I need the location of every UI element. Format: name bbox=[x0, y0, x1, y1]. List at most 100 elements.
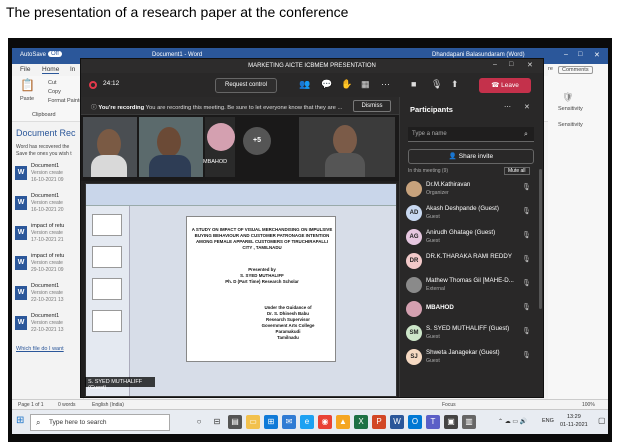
more-options-icon[interactable]: ⋯ bbox=[504, 103, 511, 111]
leave-button[interactable]: ☎ Leave bbox=[479, 78, 531, 93]
format-painter-button[interactable]: Format Painter bbox=[48, 98, 84, 104]
cut-button[interactable]: Cut bbox=[48, 80, 57, 86]
tray-icons[interactable]: ⌃ ☁ ▭ 🔊 bbox=[498, 418, 527, 425]
participant-video-body bbox=[325, 153, 365, 177]
powerpoint-icon[interactable]: P bbox=[372, 415, 386, 429]
teams-icon[interactable]: T bbox=[426, 415, 440, 429]
mic-icon[interactable]: 🎙 bbox=[431, 80, 442, 89]
recovered-file-2[interactable]: W Document1 Version create 16-10-2021 20 bbox=[15, 192, 81, 222]
video-tile-mbahod[interactable]: MBAHOD bbox=[203, 117, 235, 177]
paste-button[interactable]: Paste bbox=[20, 96, 34, 102]
tab-home[interactable]: Home bbox=[42, 66, 60, 74]
participant-video bbox=[333, 125, 357, 155]
windows-start-icon[interactable]: ⊞ bbox=[16, 415, 24, 426]
focus-button[interactable]: Focus bbox=[442, 402, 456, 408]
tab-file[interactable]: File bbox=[20, 66, 30, 73]
outlook-icon[interactable]: O bbox=[408, 415, 422, 429]
file-explorer-icon[interactable]: ▭ bbox=[246, 415, 260, 429]
which-file-link[interactable]: Which file do I want bbox=[16, 346, 64, 352]
participants-scrollbar[interactable] bbox=[539, 169, 542, 309]
participant-role: External bbox=[426, 286, 446, 292]
cortana-icon[interactable]: ○ bbox=[192, 415, 206, 429]
participant-row[interactable]: Dr.M.Kathiravan Organizer 🎙 bbox=[406, 179, 538, 203]
sensitivity-icon[interactable]: 🛡 bbox=[562, 92, 573, 103]
recovered-file-3[interactable]: W impact of retu Version create 17-10-20… bbox=[15, 222, 81, 252]
zoom-level[interactable]: 100% bbox=[582, 402, 595, 408]
comments-button[interactable]: Comments bbox=[558, 66, 593, 74]
app-icon[interactable]: ▣ bbox=[444, 415, 458, 429]
camera-icon[interactable]: ■ bbox=[411, 80, 416, 89]
dismiss-button[interactable]: Dismiss bbox=[353, 100, 391, 112]
word-icon[interactable]: W bbox=[390, 415, 404, 429]
participant-search-input[interactable]: Type a name bbox=[408, 127, 534, 142]
widget-icon[interactable]: ▤ bbox=[228, 415, 242, 429]
taskbar-clock[interactable]: 13:29 01-11-2021 bbox=[560, 413, 588, 429]
recovered-file-1[interactable]: W Document1 Version create 16-10-2021 09 bbox=[15, 162, 81, 192]
task-view-icon[interactable]: ⊟ bbox=[210, 415, 224, 429]
recording-icon bbox=[89, 81, 97, 89]
participant-row[interactable]: AD Akash Deshpande (Guest) Guest 🎙 bbox=[406, 203, 538, 227]
participant-row[interactable]: DR DR.K.THARAKA RAMI REDDY 🎙 bbox=[406, 251, 538, 275]
more-actions-icon[interactable]: ⋯ bbox=[381, 80, 390, 89]
participant-row[interactable]: SJ Shweta Janagekar (Guest) Guest 🎙 bbox=[406, 347, 538, 371]
more-participants-badge[interactable]: +5 bbox=[243, 127, 271, 155]
edge-icon[interactable]: e bbox=[300, 415, 314, 429]
participant-row[interactable]: SM S. SYED MUTHALIFF (Guest) Guest 🎙 bbox=[406, 323, 538, 347]
recovered-file-4[interactable]: W impact of retu Version create 29-10-20… bbox=[15, 252, 81, 282]
participant-name: Dr.M.Kathiravan bbox=[426, 181, 471, 188]
request-control-button[interactable]: Request control bbox=[215, 78, 277, 93]
share-invite-button[interactable]: 👤 Share invite bbox=[408, 149, 534, 164]
participant-name: DR.K.THARAKA RAMI REDDY bbox=[426, 253, 512, 260]
minimize-icon[interactable]: – bbox=[564, 51, 568, 58]
sensitivity-button[interactable]: Sensitivity bbox=[558, 106, 583, 112]
participant-name: Anirudh Ghatage (Guest) bbox=[426, 229, 496, 236]
slide-thumbnail[interactable] bbox=[92, 310, 122, 332]
avatar: SJ bbox=[406, 349, 422, 365]
avatar bbox=[406, 181, 422, 197]
store-icon[interactable]: ⊞ bbox=[264, 415, 278, 429]
participant-row[interactable]: Mathew Thomas Gil [MAHE-D... External 🎙 bbox=[406, 275, 538, 299]
mic-icon: 🎙 bbox=[522, 328, 531, 335]
mute-all-partial[interactable]: Mute all bbox=[504, 167, 530, 175]
people-icon[interactable]: 👥 bbox=[299, 80, 310, 89]
slide-thumbnail[interactable] bbox=[92, 214, 122, 236]
participant-role: Guest bbox=[426, 238, 440, 244]
notification-icon[interactable]: ▢ bbox=[598, 416, 606, 425]
photos-icon[interactable]: ▲ bbox=[336, 415, 350, 429]
input-language[interactable]: ENG bbox=[542, 418, 554, 424]
close-panel-icon[interactable]: ✕ bbox=[524, 103, 530, 111]
reactions-icon[interactable]: ✋ bbox=[341, 80, 352, 89]
recovered-file-6[interactable]: W Document1 Version create 22-10-2021 13 bbox=[15, 312, 81, 342]
slide-thumbnail[interactable] bbox=[92, 278, 122, 300]
participant-row[interactable]: AG Anirudh Ghatage (Guest) Guest 🎙 bbox=[406, 227, 538, 251]
recovered-file-name: impact of retu bbox=[31, 253, 65, 259]
app-icon[interactable]: ▥ bbox=[462, 415, 476, 429]
autosave-toggle[interactable]: Off bbox=[48, 51, 62, 57]
slide-presented-by: Presented by S. SYED MUTHALIFF Ph. D (Pa… bbox=[191, 267, 333, 285]
participant-row[interactable]: MBAHOD 🎙 bbox=[406, 299, 538, 323]
share-icon[interactable]: ⬆ bbox=[451, 80, 459, 89]
excel-icon[interactable]: X bbox=[354, 415, 368, 429]
word-file-icon: W bbox=[15, 286, 27, 300]
tab-insert[interactable]: In bbox=[70, 66, 75, 73]
maximize-icon[interactable]: □ bbox=[509, 61, 513, 68]
close-icon[interactable]: ✕ bbox=[527, 61, 533, 69]
copy-button[interactable]: Copy bbox=[48, 89, 61, 95]
maximize-icon[interactable]: □ bbox=[578, 51, 582, 58]
rooms-icon[interactable]: ▦ bbox=[361, 80, 370, 89]
recovered-file-5[interactable]: W Document1 Version create 22-10-2021 13 bbox=[15, 282, 81, 312]
participant-name: Akash Deshpande (Guest) bbox=[426, 205, 499, 212]
paste-icon[interactable]: 📋 bbox=[20, 78, 35, 92]
language-status[interactable]: English (India) bbox=[92, 402, 124, 408]
video-tile-2[interactable] bbox=[139, 117, 203, 177]
video-tile-3[interactable] bbox=[299, 117, 395, 177]
video-tile-1[interactable] bbox=[83, 117, 137, 177]
slide-thumbnail[interactable] bbox=[92, 246, 122, 268]
mail-icon[interactable]: ✉ bbox=[282, 415, 296, 429]
taskbar-search-input[interactable]: Type here to search bbox=[30, 414, 170, 431]
close-icon[interactable]: ✕ bbox=[594, 51, 600, 59]
chrome-icon[interactable]: ◉ bbox=[318, 415, 332, 429]
chat-icon[interactable]: 💬 bbox=[321, 80, 332, 89]
minimize-icon[interactable]: – bbox=[493, 61, 497, 68]
avatar: DR bbox=[406, 253, 422, 269]
